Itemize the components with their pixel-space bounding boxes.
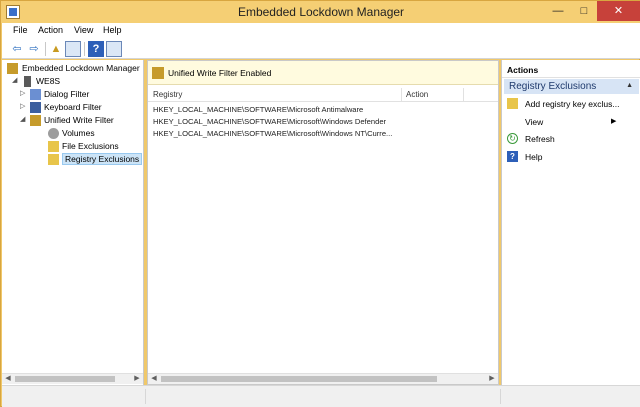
menu-help[interactable]: Help [103,25,122,35]
dialog-filter-icon [30,89,41,100]
file-exclusion-icon [48,141,59,152]
scroll-right-icon[interactable]: ▶ [132,374,142,384]
console-tree: Embedded Lockdown Manager ◢ WE8S ▷ Dialo… [2,60,144,385]
column-header-registry[interactable]: Registry [153,90,182,99]
toolbar-separator [84,42,85,56]
lock-icon [7,63,18,74]
status-divider [145,389,146,404]
submenu-arrow-icon: ▶ [611,118,617,125]
refresh-icon: ↻ [507,133,518,144]
menu-file[interactable]: File [13,25,28,35]
expand-toggle-icon[interactable]: ◢ [12,76,22,84]
collapse-toggle-icon[interactable]: ▷ [20,102,30,110]
up-folder-icon[interactable]: ▲ [48,41,64,57]
add-registry-key-exclusion-action[interactable]: Add registry key exclus... [507,98,637,111]
help-icon[interactable]: ? [88,41,104,57]
tree-horizontal-scrollbar[interactable]: ◀ ▶ [2,373,143,384]
actions-section-registry-exclusions[interactable]: Registry Exclusions ▲ [504,79,639,94]
actions-pane: Actions Registry Exclusions ▲ Add regist… [501,60,640,385]
add-exclusion-icon [507,98,518,109]
list-item[interactable]: HKEY_LOCAL_MACHINE\SOFTWARE\Microsoft\Wi… [153,117,386,128]
collapse-arrow-icon[interactable]: ▲ [626,82,633,89]
minimize-button[interactable]: — [545,1,571,21]
scroll-thumb[interactable] [15,376,115,382]
scroll-left-icon[interactable]: ◀ [3,374,13,384]
result-pane: Unified Write Filter Enabled Registry Ac… [147,60,499,385]
forward-arrow-icon[interactable]: ⇨ [26,41,42,57]
scroll-right-icon[interactable]: ▶ [487,374,497,384]
app-window: Embedded Lockdown Manager — □ ✕ File Act… [0,0,640,407]
show-hide-tree-icon[interactable] [65,41,81,57]
scroll-thumb[interactable] [161,376,437,382]
help-action[interactable]: ? Help [507,151,637,164]
scroll-left-icon[interactable]: ◀ [149,374,159,384]
lock-icon [152,67,164,79]
maximize-button[interactable]: □ [571,1,597,21]
list-horizontal-scrollbar[interactable]: ◀ ▶ [148,373,498,384]
status-divider [500,389,501,404]
menu-bar: File Action View Help [2,23,640,39]
registry-exclusion-icon [48,154,59,165]
volume-icon [48,128,59,139]
view-action[interactable]: View ▶ [507,116,637,129]
help-icon: ? [507,151,518,162]
menu-action[interactable]: Action [38,25,63,35]
list-header: Registry Action [148,88,498,102]
collapse-toggle-icon[interactable]: ▷ [20,89,30,97]
column-divider[interactable] [401,88,402,102]
close-button[interactable]: ✕ [597,1,640,21]
back-arrow-icon[interactable]: ⇦ [9,41,25,57]
expand-toggle-icon[interactable]: ◢ [20,115,30,123]
computer-icon [24,76,31,87]
list-item[interactable]: HKEY_LOCAL_MACHINE\SOFTWARE\Microsoft\Wi… [153,129,392,140]
toolbar: ⇦ ⇨ ▲ ? [2,39,640,59]
column-divider[interactable] [463,88,464,102]
list-item[interactable]: HKEY_LOCAL_MACHINE\SOFTWARE\Microsoft An… [153,105,363,116]
column-header-action[interactable]: Action [406,90,428,99]
toolbar-separator [45,42,46,56]
keyboard-icon [30,102,41,113]
title-bar[interactable]: Embedded Lockdown Manager — □ ✕ [1,1,640,23]
refresh-action[interactable]: ↻ Refresh [507,133,637,146]
status-banner: Unified Write Filter Enabled [148,61,498,85]
show-hide-action-pane-icon[interactable] [106,41,122,57]
actions-header: Actions [502,60,640,78]
lock-icon [30,115,41,126]
status-bar [2,385,640,407]
menu-view[interactable]: View [74,25,93,35]
